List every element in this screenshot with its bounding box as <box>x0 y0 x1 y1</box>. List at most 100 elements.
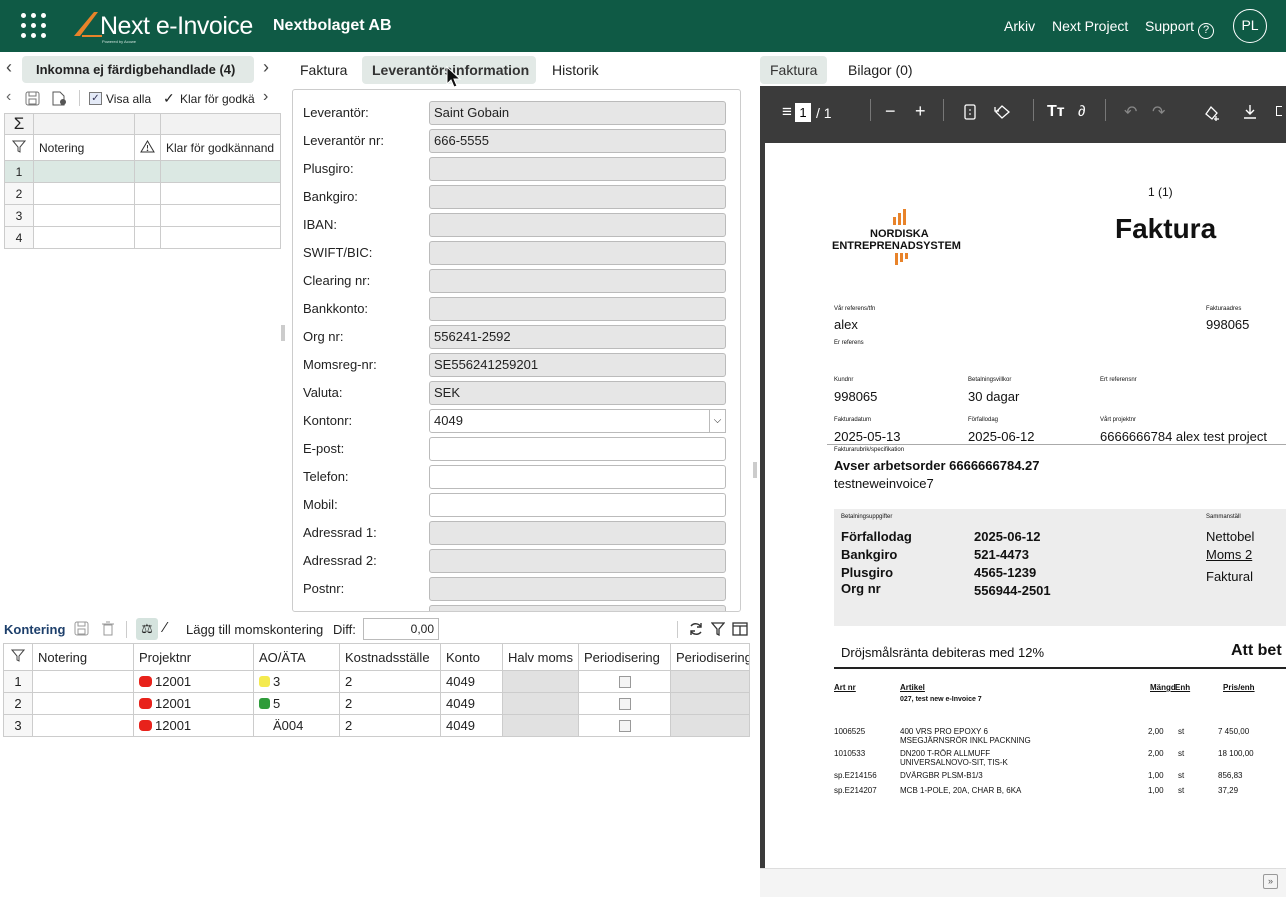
chevron-right-icon[interactable]: › <box>263 57 269 78</box>
periodisering-checkbox[interactable] <box>618 698 631 710</box>
field-input[interactable] <box>429 521 726 545</box>
cell-periodisering[interactable] <box>578 714 671 737</box>
chevron-left-icon[interactable]: ‹ <box>6 88 11 106</box>
page-fit-icon[interactable] <box>964 104 976 120</box>
cell-projektnr[interactable]: 12001 <box>133 692 254 715</box>
cell-konto[interactable]: 4049 <box>440 692 503 715</box>
cell-periodisering[interactable] <box>578 692 671 715</box>
col-notering[interactable]: Notering <box>33 134 135 161</box>
col-kostnadsstalle[interactable]: Kostnadsställe <box>339 643 441 671</box>
rotate-icon[interactable] <box>993 104 1011 120</box>
field-input[interactable]: Saint Gobain <box>429 101 726 125</box>
tab-historik[interactable]: Historik <box>542 56 609 84</box>
field-input[interactable]: SEK <box>429 381 726 405</box>
field-input[interactable]: 556241-2592 <box>429 325 726 349</box>
field-input[interactable] <box>429 549 726 573</box>
table-row[interactable]: 2 <box>4 182 281 205</box>
export-doc-icon[interactable] <box>51 91 67 106</box>
field-input[interactable] <box>429 605 726 611</box>
col-ao-ata[interactable]: AO/ÄTA <box>253 643 340 671</box>
cell-ao-ata[interactable]: 3 <box>253 670 340 693</box>
diff-input[interactable]: 0,00 <box>363 618 439 640</box>
refresh-icon[interactable] <box>688 621 704 637</box>
redo-icon[interactable]: ↷ <box>1152 102 1165 122</box>
chevron-right-icon[interactable]: › <box>263 88 268 106</box>
nav-next-project[interactable]: Next Project <box>1052 18 1128 34</box>
zoom-out-icon[interactable]: − <box>885 101 896 122</box>
klar-button[interactable]: Klar för godkä <box>180 92 255 106</box>
field-input[interactable] <box>429 493 726 517</box>
field-input[interactable] <box>429 465 726 489</box>
field-input[interactable]: 4049 <box>429 409 726 433</box>
col-klar[interactable]: Klar för godkännand <box>160 134 281 161</box>
field-input[interactable]: SE556241259201 <box>429 353 726 377</box>
cell[interactable] <box>160 204 281 227</box>
cell-kostnadsstalle[interactable]: 2 <box>339 692 441 715</box>
cell-ao-ata[interactable]: Ä004 <box>253 714 340 737</box>
cell[interactable] <box>33 182 135 205</box>
table-row[interactable]: 3 <box>4 204 281 227</box>
add-momskontering-button[interactable]: Lägg till momskontering <box>186 622 323 637</box>
table-row[interactable]: 1 <box>4 160 281 183</box>
cell-notering[interactable] <box>32 714 134 737</box>
periodisering-checkbox[interactable] <box>618 676 631 688</box>
table-row[interactable]: 1 12001 3 2 4049 <box>3 670 750 693</box>
cell-kostnadsstalle[interactable]: 2 <box>339 714 441 737</box>
cell[interactable] <box>134 160 161 183</box>
tab-faktura[interactable]: Faktura <box>290 56 357 84</box>
warning-icon[interactable] <box>134 134 161 161</box>
col-konto[interactable]: Konto <box>440 643 503 671</box>
cell[interactable] <box>160 226 281 249</box>
field-input[interactable] <box>429 297 726 321</box>
trash-icon[interactable] <box>101 621 115 636</box>
cell-ao-ata[interactable]: 5 <box>253 692 340 715</box>
avatar[interactable]: PL <box>1233 9 1267 43</box>
cell[interactable] <box>33 226 135 249</box>
highlight-icon[interactable] <box>1203 104 1221 121</box>
field-input[interactable] <box>429 213 726 237</box>
nav-arkiv[interactable]: Arkiv <box>1004 18 1035 34</box>
draw-icon[interactable]: ∂ <box>1078 103 1085 120</box>
cell[interactable] <box>134 226 161 249</box>
filter-icon[interactable] <box>3 643 33 671</box>
tab-inkomna[interactable]: Inkomna ej färdigbehandlade (4) <box>22 56 254 83</box>
page-input[interactable]: 1 <box>795 103 811 122</box>
logo[interactable]: Next e-Invoice Powered by Acowe <box>72 8 262 44</box>
cell-projektnr[interactable]: 12001 <box>133 714 254 737</box>
col-halv-moms[interactable]: Halv moms <box>502 643 579 671</box>
cell-notering[interactable] <box>32 692 134 715</box>
cell[interactable] <box>160 160 281 183</box>
chevron-left-icon[interactable]: ‹ <box>6 57 12 78</box>
app-grid-icon[interactable] <box>21 13 47 39</box>
columns-icon[interactable] <box>732 622 748 636</box>
splitter-handle[interactable] <box>281 325 285 341</box>
cell[interactable] <box>160 182 281 205</box>
menu-icon[interactable]: ≡ <box>782 102 792 122</box>
magic-wand-icon[interactable]: ⁄ <box>164 619 167 636</box>
field-input[interactable] <box>429 577 726 601</box>
cell-projektnr[interactable]: 12001 <box>133 670 254 693</box>
text-tool-icon[interactable]: Tт <box>1047 103 1065 121</box>
field-input[interactable] <box>429 437 726 461</box>
download-icon[interactable] <box>1243 104 1257 119</box>
field-input[interactable] <box>429 269 726 293</box>
field-input[interactable] <box>429 185 726 209</box>
col-notering[interactable]: Notering <box>32 643 134 671</box>
filter-icon[interactable] <box>4 134 34 161</box>
col-periodisering-2[interactable]: Periodisering <box>670 643 750 671</box>
cell-konto[interactable]: 4049 <box>440 714 503 737</box>
field-input[interactable] <box>429 157 726 181</box>
save-icon[interactable] <box>25 91 40 106</box>
cell[interactable] <box>33 160 135 183</box>
cell[interactable] <box>33 204 135 227</box>
cell-kostnadsstalle[interactable]: 2 <box>339 670 441 693</box>
cell-konto[interactable]: 4049 <box>440 670 503 693</box>
chevron-down-icon[interactable]: ⌵ <box>709 409 726 433</box>
table-row[interactable]: 3 12001 Ä004 2 4049 <box>3 714 750 737</box>
cell[interactable] <box>134 204 161 227</box>
zoom-in-icon[interactable]: + <box>915 101 926 122</box>
field-input[interactable]: 666-5555 <box>429 129 726 153</box>
table-row[interactable]: 4 <box>4 226 281 249</box>
cell-periodisering[interactable] <box>578 670 671 693</box>
filter-icon[interactable] <box>711 622 725 636</box>
